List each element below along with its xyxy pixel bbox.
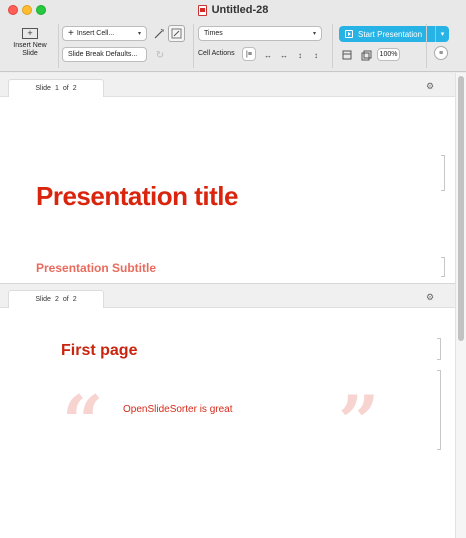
- insert-slide-label: Insert New Slide: [13, 42, 47, 57]
- vertical-scrollbar[interactable]: [455, 73, 466, 538]
- insert-cell-dropdown[interactable]: + Insert Cell... ▾: [62, 26, 147, 41]
- insert-cell-label: Insert Cell...: [76, 30, 115, 37]
- cell-bracket[interactable]: [437, 338, 441, 360]
- move-vertical-icon[interactable]: ↕: [292, 47, 308, 63]
- font-select[interactable]: Times ▾: [198, 26, 322, 41]
- toolbar-divider: [58, 24, 59, 68]
- cell-bracket[interactable]: [441, 155, 445, 191]
- expand-vertical-icon[interactable]: ↕: [308, 47, 324, 63]
- slide-label: Slide: [35, 296, 51, 303]
- toolbar-divider: [426, 24, 427, 68]
- chevron-down-icon[interactable]: ▾: [435, 26, 449, 42]
- scrollbar-thumb[interactable]: [458, 76, 464, 341]
- slide-total: 2: [72, 296, 77, 303]
- insert-slide-icon: +: [22, 28, 38, 39]
- cell-bracket[interactable]: [437, 370, 441, 450]
- slide-1: Presentation title Presentation Subtitle: [0, 97, 455, 283]
- quote-text[interactable]: OpenSlideSorter is great: [123, 404, 233, 415]
- cell-actions-label: Cell Actions: [198, 50, 235, 57]
- slide-tab[interactable]: Slide 1 of 2: [8, 79, 104, 97]
- slide-total: 2: [72, 85, 77, 92]
- menu-icon[interactable]: ≡: [434, 46, 448, 60]
- font-value: Times: [204, 30, 223, 37]
- align-left-icon[interactable]: |≡: [242, 47, 256, 61]
- close-window-button[interactable]: [8, 5, 18, 15]
- slide-2: First page “ OpenSlideSorter is great ”: [0, 308, 455, 538]
- start-presentation-label: Start Presentation: [358, 29, 423, 39]
- start-presentation-button[interactable]: Start Presentation ▾: [339, 26, 449, 42]
- slide-header: Slide 2 of 2 ⚙: [0, 284, 455, 308]
- gear-icon[interactable]: ⚙: [425, 81, 435, 91]
- slide-index: 1: [54, 85, 59, 92]
- presentation-subtitle[interactable]: Presentation Subtitle: [36, 261, 156, 275]
- slide-view-icon[interactable]: [339, 47, 355, 63]
- title-bar: Untitled-28: [0, 0, 466, 20]
- chevron-down-icon: ▾: [312, 31, 316, 37]
- slide-of: of: [62, 296, 69, 303]
- fit-slide-icon[interactable]: [358, 47, 374, 63]
- zoom-level-field[interactable]: 100%: [377, 48, 400, 61]
- play-icon: [345, 30, 353, 38]
- document-icon: [197, 4, 207, 16]
- slide-header: Slide 1 of 2 ⚙: [0, 73, 455, 97]
- minimize-window-button[interactable]: [22, 5, 32, 15]
- toolbar-divider: [193, 24, 194, 68]
- slide-label: Slide: [35, 85, 51, 92]
- slide-index: 2: [54, 296, 59, 303]
- insert-new-slide-button[interactable]: + Insert New Slide: [6, 24, 54, 68]
- slide-of: of: [62, 85, 69, 92]
- slide-tab[interactable]: Slide 2 of 2: [8, 290, 104, 308]
- chevron-down-icon: ▾: [137, 31, 141, 37]
- indent-icon[interactable]: ↔: [260, 47, 276, 63]
- close-quote-mark: ”: [338, 379, 380, 464]
- slide-break-defaults-button[interactable]: Slide Break Defaults...: [62, 47, 147, 62]
- slide-sorter-area[interactable]: Slide 1 of 2 ⚙ Presentation title Presen…: [0, 73, 455, 538]
- cell-style-icon[interactable]: [168, 25, 185, 42]
- zoom-window-button[interactable]: [36, 5, 46, 15]
- window-title: Untitled-28: [211, 4, 269, 16]
- open-quote-mark: “: [62, 379, 104, 464]
- slide-heading[interactable]: First page: [61, 342, 137, 360]
- toolbar: + Insert New Slide + Insert Cell... ▾ Sl…: [0, 20, 466, 72]
- zoom-value: 100%: [379, 51, 398, 58]
- outdent-icon[interactable]: ↔: [276, 47, 292, 63]
- magic-wand-icon[interactable]: [151, 26, 167, 42]
- plus-icon: +: [68, 28, 74, 39]
- refresh-icon[interactable]: ↻: [152, 47, 168, 63]
- cell-bracket[interactable]: [441, 257, 445, 277]
- slide-break-label: Slide Break Defaults...: [68, 51, 138, 58]
- presentation-title[interactable]: Presentation title: [36, 181, 238, 212]
- toolbar-divider: [332, 24, 333, 68]
- gear-icon[interactable]: ⚙: [425, 292, 435, 302]
